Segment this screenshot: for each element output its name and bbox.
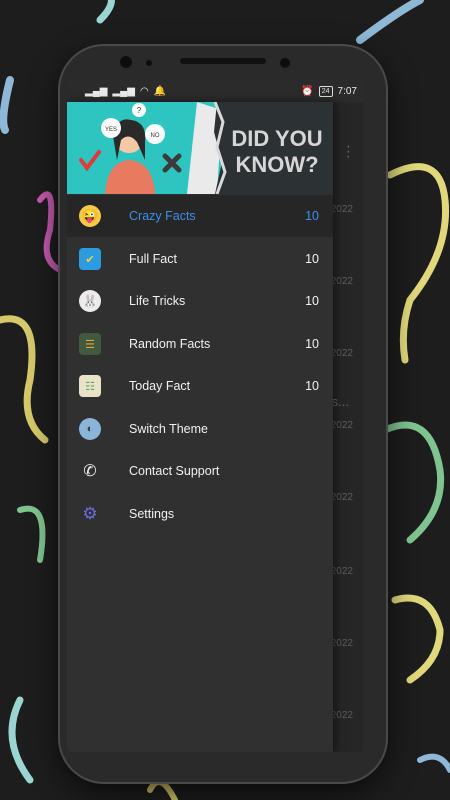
headline-line-1: DID YOU bbox=[231, 126, 322, 151]
battery-icon: 24 bbox=[318, 85, 333, 97]
drawer-item-switch-theme[interactable]: ◐ Switch Theme bbox=[67, 408, 333, 450]
smiley-icon: 😜 bbox=[79, 205, 101, 227]
drawer-item-count: 10 bbox=[305, 337, 319, 351]
status-bar: ▂▄▆ ▂▄▆ ◠ 🔔 ⏰ 24 7:07 bbox=[67, 80, 363, 102]
notepad-icon: ☷ bbox=[79, 375, 101, 397]
clock: 7:07 bbox=[337, 85, 357, 97]
verified-badge-icon: ✔ bbox=[79, 248, 101, 270]
drawer-item-label: Today Fact bbox=[129, 379, 191, 393]
drawer-item-today-fact[interactable]: ☷ Today Fact 10 bbox=[67, 365, 333, 407]
question-bubble: ? bbox=[137, 106, 142, 115]
drawer-item-count: 10 bbox=[305, 379, 319, 393]
no-bubble: NO bbox=[151, 133, 160, 139]
drawer-item-label: Switch Theme bbox=[129, 422, 208, 436]
navigation-drawer: YES NO ? DID YOU KNOW? 😜 Crazy Facts 10 … bbox=[67, 102, 333, 752]
drawer-item-label: Life Tricks bbox=[129, 294, 186, 308]
drawer-item-random-facts[interactable]: ☰ Random Facts 10 bbox=[67, 323, 333, 365]
wifi-icon: ◠ bbox=[139, 85, 149, 97]
drawer-item-count: 10 bbox=[305, 294, 319, 308]
gear-icon: ⚙ bbox=[82, 504, 98, 523]
iris-scanner bbox=[280, 58, 290, 68]
sensor bbox=[146, 60, 152, 66]
signal-icon: ▂▄▆ bbox=[85, 85, 108, 97]
drawer-item-label: Crazy Facts bbox=[129, 209, 196, 223]
drawer-header-banner: YES NO ? DID YOU KNOW? bbox=[67, 102, 333, 194]
phone-icon: ✆ bbox=[83, 463, 97, 480]
drawer-item-label: Contact Support bbox=[129, 464, 220, 478]
front-camera bbox=[120, 56, 132, 68]
drawer-item-life-tricks[interactable]: 🐰 Life Tricks 10 bbox=[67, 280, 333, 322]
overflow-menu-icon[interactable]: · · · bbox=[346, 139, 351, 165]
alarm-icon: ⏰ bbox=[301, 85, 314, 97]
did-you-know-illustration: YES NO ? DID YOU KNOW? bbox=[67, 102, 333, 194]
notification-icon: 🔔 bbox=[153, 85, 167, 97]
drawer-item-settings[interactable]: ⚙ Settings bbox=[67, 493, 333, 535]
signal-icon: ▂▄▆ bbox=[112, 85, 135, 97]
drawer-item-full-fact[interactable]: ✔ Full Fact 10 bbox=[67, 238, 333, 280]
yes-bubble: YES bbox=[105, 127, 117, 133]
drawer-item-contact-support[interactable]: ✆ Contact Support bbox=[67, 450, 333, 492]
headline-line-2: KNOW? bbox=[235, 152, 318, 177]
drawer-item-count: 10 bbox=[305, 209, 319, 223]
speaker-grille bbox=[180, 58, 266, 64]
drawer-item-count: 10 bbox=[305, 252, 319, 266]
drawer-item-label: Full Fact bbox=[129, 252, 177, 266]
drawer-item-label: Random Facts bbox=[129, 337, 211, 351]
theme-icon: ◐ bbox=[79, 418, 101, 440]
app-screen: ··· 4, 2022 4, 2022 4, 2022 nals... 4, 2… bbox=[67, 80, 363, 752]
rabbit-hat-icon: 🐰 bbox=[79, 290, 101, 312]
drawer-item-label: Settings bbox=[129, 507, 175, 521]
clipboard-icon: ☰ bbox=[79, 333, 101, 355]
drawer-item-crazy-facts[interactable]: 😜 Crazy Facts 10 bbox=[67, 195, 333, 237]
